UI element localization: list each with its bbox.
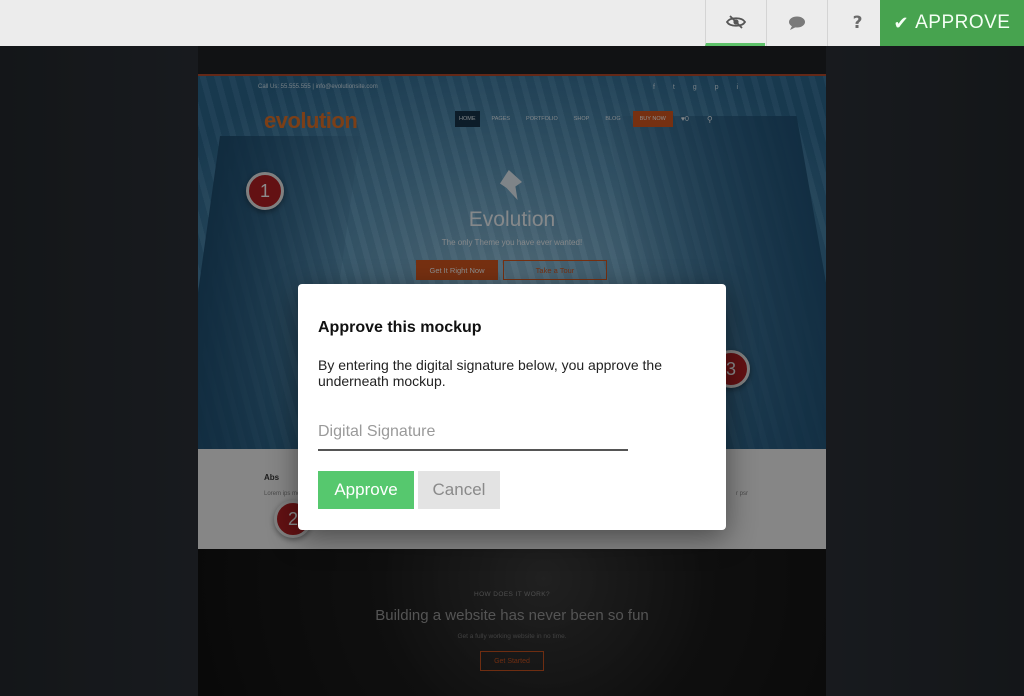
dialog-title: Approve this mockup: [318, 319, 482, 336]
digital-signature-input[interactable]: [318, 415, 628, 451]
top-toolbar: ? ✔ APPROVE: [0, 0, 1024, 46]
approve-dialog: Approve this mockup By entering the digi…: [298, 284, 726, 530]
eye-slash-icon: [725, 14, 746, 29]
help-icon: ?: [852, 13, 863, 33]
help-button[interactable]: ?: [827, 0, 887, 46]
approve-button[interactable]: ✔ APPROVE: [880, 0, 1024, 46]
dialog-cancel-button[interactable]: Cancel: [418, 471, 500, 509]
check-icon: ✔: [893, 12, 910, 34]
comment-icon: [788, 16, 805, 30]
comments-button[interactable]: [766, 0, 826, 46]
hide-comments-button[interactable]: [705, 0, 765, 46]
dialog-description: By entering the digital signature below,…: [318, 357, 663, 389]
approve-button-label: APPROVE: [915, 12, 1011, 33]
dialog-approve-button[interactable]: Approve: [318, 471, 414, 509]
